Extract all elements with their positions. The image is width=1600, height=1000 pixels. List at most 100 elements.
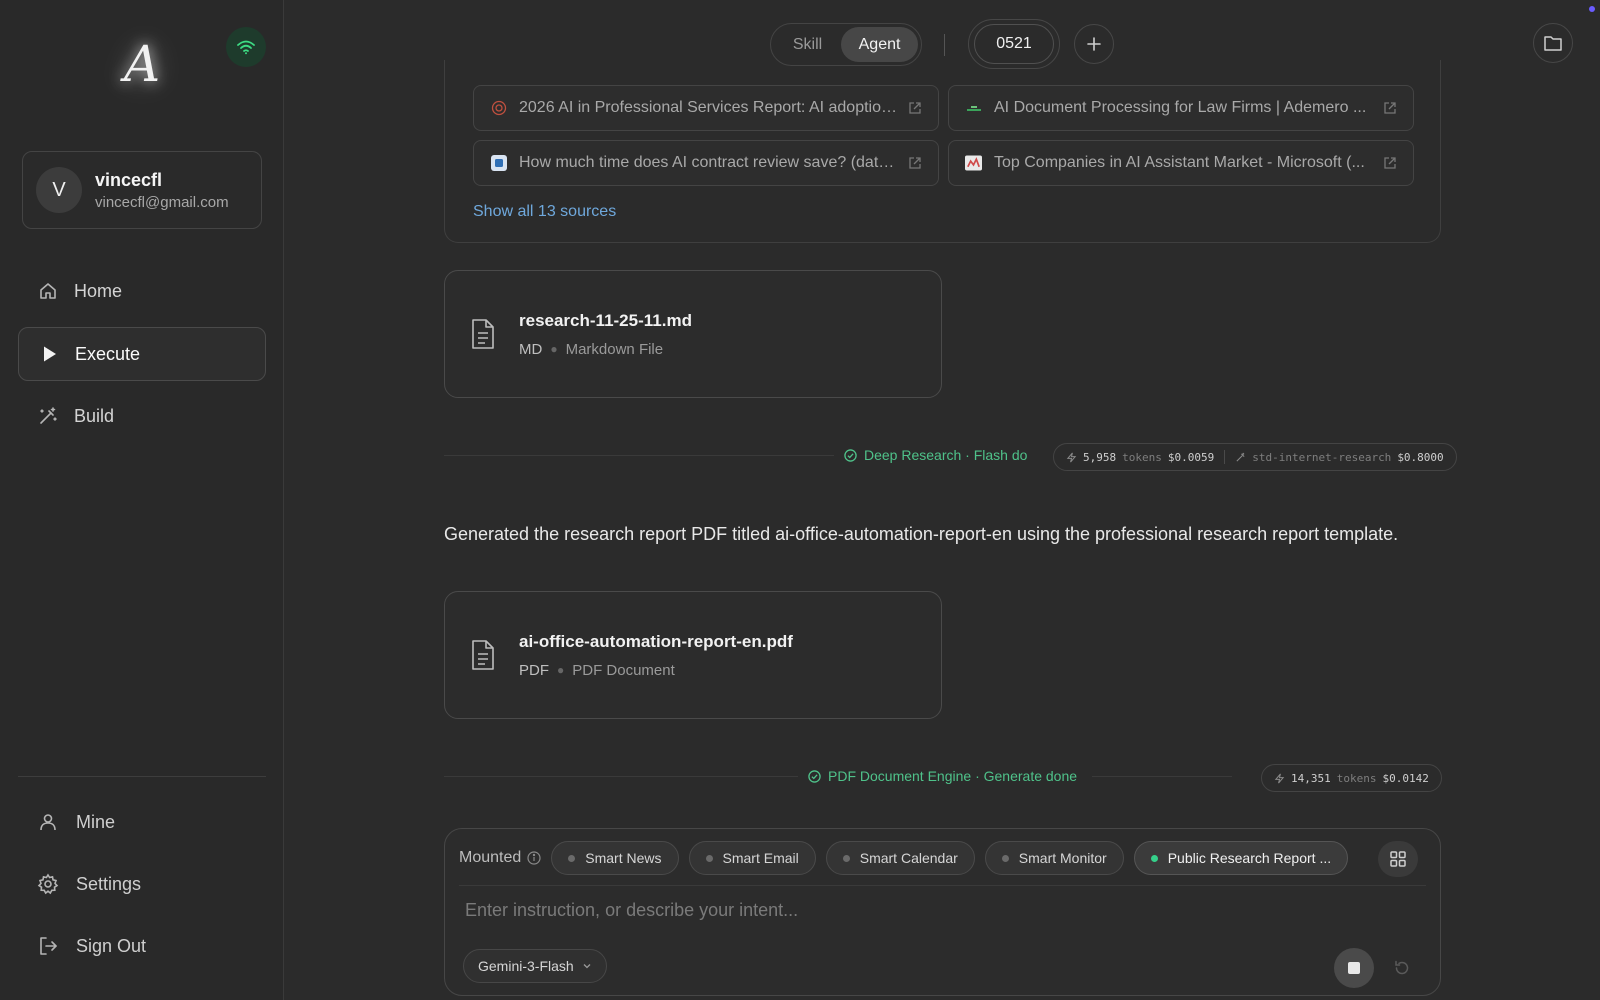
file-card[interactable]: ai-office-automation-report-en.pdf PDF ●… xyxy=(444,591,942,719)
bolt-icon xyxy=(1066,452,1077,462)
retry-button[interactable] xyxy=(1382,948,1422,988)
sources-panel: 2026 AI in Professional Services Report:… xyxy=(444,60,1441,243)
user-name: vincecfl xyxy=(95,170,163,190)
status-dot xyxy=(568,854,576,862)
avatar: V xyxy=(36,167,82,213)
sidebar-item-home[interactable]: Home xyxy=(18,264,266,318)
play-icon xyxy=(37,342,61,366)
model-selector[interactable]: Gemini-3-Flash xyxy=(463,949,607,983)
file-extension: PDF xyxy=(519,661,549,679)
mode-agent-button[interactable]: Agent xyxy=(841,27,918,62)
show-all-sources-link[interactable]: Show all 13 sources xyxy=(473,203,616,221)
files-button[interactable] xyxy=(1533,23,1573,63)
status-text: PDF Document Engine · Generate done xyxy=(828,768,1078,784)
sidebar-item-label: Sign Out xyxy=(76,935,147,956)
chip-label: Smart News xyxy=(585,850,662,866)
token-cost: $0.0059 xyxy=(1167,450,1215,464)
status-pdf-engine: PDF Document Engine · Generate done xyxy=(808,768,1077,784)
chip-label: Smart Monitor xyxy=(1018,850,1107,866)
user-card[interactable]: V vincecfl vincecfl@gmail.com xyxy=(22,151,262,229)
file-type: Markdown File xyxy=(565,340,664,358)
tokens-label: tokens xyxy=(1336,771,1377,785)
sidebar-divider xyxy=(18,776,266,777)
source-link[interactable]: Top Companies in AI Assistant Market - M… xyxy=(948,140,1414,186)
session-id: 0521 xyxy=(974,24,1054,64)
skill-chip-smart-news[interactable]: Smart News xyxy=(551,841,679,875)
tool-name: std-internet-research xyxy=(1252,450,1392,464)
grid-icon xyxy=(1390,851,1406,867)
status-divider xyxy=(444,455,834,456)
external-link-icon xyxy=(909,157,921,169)
status-deep-research: Deep Research · Flash do xyxy=(844,447,1027,463)
sidebar-item-build[interactable]: Build xyxy=(18,389,266,443)
status-divider xyxy=(444,776,798,777)
sidebar-item-label: Home xyxy=(74,280,123,301)
model-name: Gemini-3-Flash xyxy=(478,958,574,974)
sidebar-item-sign-out[interactable]: Sign Out xyxy=(36,934,146,958)
chevron-down-icon xyxy=(583,964,591,969)
stat-separator xyxy=(1224,450,1226,464)
mounted-label: Mounted xyxy=(459,849,541,867)
source-title: Top Companies in AI Assistant Market - M… xyxy=(994,154,1365,171)
meta-separator: ● xyxy=(557,663,565,677)
sign-out-icon xyxy=(36,934,60,958)
status-dot xyxy=(1001,854,1009,862)
skill-chip-smart-monitor[interactable]: Smart Monitor xyxy=(984,841,1124,875)
status-dot xyxy=(705,854,713,862)
sidebar-item-label: Mine xyxy=(76,811,116,832)
status-text: Deep Research · Flash do xyxy=(864,447,1028,463)
token-count: 14,351 xyxy=(1291,771,1331,785)
external-link-icon xyxy=(1384,157,1396,169)
skill-chip-smart-calendar[interactable]: Smart Calendar xyxy=(825,841,975,875)
info-icon[interactable] xyxy=(527,851,541,865)
tool-icon xyxy=(1236,452,1245,462)
tool-cost: $0.8000 xyxy=(1397,450,1444,464)
sidebar-item-settings[interactable]: Settings xyxy=(36,872,141,896)
mode-skill-button[interactable]: Skill xyxy=(774,27,841,62)
source-title: AI Document Processing for Law Firms | A… xyxy=(994,99,1367,116)
mounted-label-text: Mounted xyxy=(459,849,522,866)
source-link[interactable]: 2026 AI in Professional Services Report:… xyxy=(473,85,939,131)
source-link[interactable]: AI Document Processing for Law Firms | A… xyxy=(948,85,1414,131)
instruction-input[interactable] xyxy=(465,893,1405,927)
file-card[interactable]: research-11-25-11.md MD ● Markdown File xyxy=(444,270,942,398)
user-icon xyxy=(36,810,60,834)
external-link-icon xyxy=(1384,102,1396,114)
sidebar-item-mine[interactable]: Mine xyxy=(36,810,115,834)
notification-dot xyxy=(1589,6,1595,12)
chip-label: Smart Calendar xyxy=(859,850,958,866)
check-circle-icon xyxy=(844,448,857,462)
chip-label: Smart Email xyxy=(722,850,799,866)
sidebar-item-label: Build xyxy=(74,405,115,426)
file-name: research-11-25-11.md xyxy=(519,310,692,330)
app-logo: A xyxy=(123,35,161,93)
sidebar-item-execute[interactable]: Execute xyxy=(18,327,266,381)
connection-status-icon[interactable] xyxy=(226,27,266,67)
status-divider xyxy=(1092,776,1232,777)
toolbar-divider xyxy=(944,34,945,56)
sidebar: A V vincecfl vincecfl@gmail.com Home Exe… xyxy=(0,0,284,1000)
new-session-button[interactable] xyxy=(1074,24,1114,64)
skills-grid-button[interactable] xyxy=(1378,841,1418,877)
token-cost: $0.0142 xyxy=(1382,771,1429,785)
source-link[interactable]: How much time does AI contract review sa… xyxy=(473,140,939,186)
usage-stats: 5,958 tokens $0.0059 std-internet-resear… xyxy=(1053,443,1457,471)
stop-icon xyxy=(1348,962,1360,974)
stop-button[interactable] xyxy=(1334,948,1374,988)
folder-icon xyxy=(1544,36,1562,51)
file-type: PDF Document xyxy=(572,661,675,679)
skill-chip-public-research-report[interactable]: Public Research Report ... xyxy=(1133,841,1349,875)
sidebar-item-label: Execute xyxy=(75,343,141,364)
bolt-icon xyxy=(1274,773,1285,783)
document-icon xyxy=(472,640,494,670)
user-email: vincecfl@gmail.com xyxy=(95,194,229,211)
sidebar-item-label: Settings xyxy=(76,873,142,894)
file-name: ai-office-automation-report-en.pdf xyxy=(519,631,793,651)
tokens-label: tokens xyxy=(1122,450,1162,464)
gear-icon xyxy=(36,872,60,896)
status-dot xyxy=(1150,854,1158,862)
site-icon xyxy=(490,155,507,172)
file-extension: MD xyxy=(519,340,543,358)
skill-chip-smart-email[interactable]: Smart Email xyxy=(688,841,816,875)
check-circle-icon xyxy=(808,769,821,783)
